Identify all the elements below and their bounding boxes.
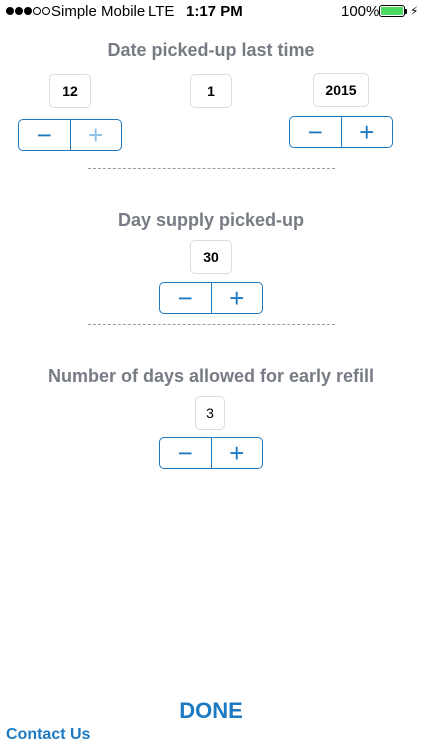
- supply-increment-button[interactable]: +: [212, 283, 263, 313]
- done-button[interactable]: DONE: [0, 698, 422, 724]
- month-value: 12: [49, 74, 91, 108]
- early-refill-stepper: − +: [159, 437, 263, 469]
- supply-section-title: Day supply picked-up: [117, 210, 305, 230]
- battery-icon: [379, 5, 405, 17]
- carrier-name: Simple Mobile: [51, 3, 146, 20]
- battery-percentage: 100%: [341, 3, 380, 20]
- early-refill-value: 3: [195, 396, 225, 430]
- status-time: 1:17 PM: [186, 3, 243, 20]
- year-decrement-button[interactable]: −: [290, 117, 342, 147]
- month-decrement-button[interactable]: −: [19, 120, 71, 150]
- battery-level: [381, 7, 403, 15]
- year-stepper: − +: [289, 116, 393, 148]
- status-bar: Simple Mobile LTE 1:17 PM 100% ⚡: [0, 0, 422, 24]
- signal-strength-icon: [6, 7, 50, 15]
- signal-dot: [33, 7, 41, 15]
- supply-stepper: − +: [159, 282, 263, 314]
- early-refill-increment-button[interactable]: +: [212, 438, 263, 468]
- signal-dot: [24, 7, 32, 15]
- charging-icon: ⚡: [410, 4, 419, 18]
- month-stepper: − +: [18, 119, 122, 151]
- year-value: 2015: [313, 73, 369, 107]
- year-increment-button[interactable]: +: [342, 117, 393, 147]
- contact-us-link[interactable]: Contact Us: [6, 726, 90, 744]
- date-section-title: Date picked-up last time: [107, 40, 315, 60]
- section-divider: [88, 168, 335, 169]
- section-divider: [88, 324, 335, 325]
- early-refill-decrement-button[interactable]: −: [160, 438, 212, 468]
- supply-decrement-button[interactable]: −: [160, 283, 212, 313]
- early-refill-section-title: Number of days allowed for early refill: [47, 366, 375, 386]
- signal-dot: [15, 7, 23, 15]
- battery-tip: [405, 9, 407, 14]
- supply-value: 30: [190, 240, 232, 274]
- signal-dot: [6, 7, 14, 15]
- month-increment-button[interactable]: +: [71, 120, 122, 150]
- signal-dot: [42, 7, 50, 15]
- day-value: 1: [190, 74, 232, 108]
- network-type: LTE: [148, 3, 175, 20]
